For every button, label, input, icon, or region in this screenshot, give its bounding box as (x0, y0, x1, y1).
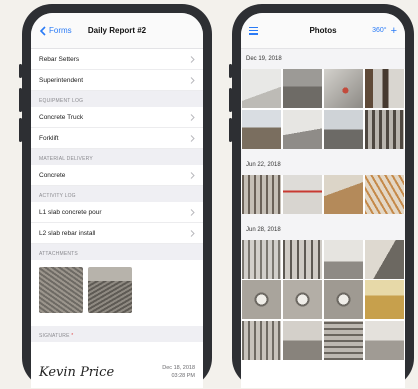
photo-thumbnail[interactable] (364, 280, 404, 319)
photo-thumbnail[interactable] (364, 69, 404, 108)
list-item-label: Superintendent (39, 76, 84, 84)
signature-time: 03:28 PM (171, 373, 195, 379)
chevron-right-icon (190, 55, 195, 63)
photo-thumbnail[interactable] (242, 109, 282, 149)
photo-thumbnail[interactable] (364, 239, 404, 279)
date-header: Dec 19, 2018 (241, 49, 405, 69)
signature-date: Dec 18, 2018 (162, 365, 195, 371)
report-nav-bar: Forms Daily Report #2 (31, 13, 203, 49)
photo-thumbnail[interactable] (242, 69, 282, 108)
section-header-equipment: EQUIPMENT LOG (31, 91, 203, 107)
section-header-activity: ACTIVITY LOG (31, 186, 203, 202)
photo-thumbnail[interactable] (282, 109, 323, 149)
section-header-signature: SIGNATURE * (31, 326, 203, 342)
attachment-thumbnail[interactable] (39, 267, 83, 313)
section-header-attachments: ATTACHMENTS (31, 244, 203, 260)
list-item-label: Forklift (39, 134, 59, 142)
photo-thumbnail[interactable] (282, 320, 323, 360)
side-button (19, 88, 22, 112)
list-item-label: L1 slab concrete pour (39, 208, 102, 216)
attachment-thumbnail[interactable] (88, 267, 132, 313)
photo-thumbnail[interactable] (364, 320, 404, 360)
chevron-right-icon (190, 171, 195, 179)
date-header: Jun 28, 2018 (241, 219, 405, 240)
view-360-button[interactable]: 360° (372, 27, 386, 34)
add-photo-button[interactable]: + (391, 25, 397, 36)
signature-area[interactable]: Kevin Price Dec 18, 2018 03:28 PM (31, 342, 203, 388)
photo-grid (241, 69, 405, 149)
photos-screen: Photos 360° + Dec 19, 2018 Jun 22, 2018 (241, 13, 405, 388)
chevron-right-icon (190, 113, 195, 121)
signature-header-label: SIGNATURE (39, 333, 70, 339)
section-header-material: MATERIAL DELIVERY (31, 149, 203, 165)
chevron-left-icon (39, 25, 46, 36)
photo-thumbnail[interactable] (364, 109, 404, 149)
photo-thumbnail[interactable] (282, 280, 323, 319)
required-mark: * (71, 333, 74, 339)
attachments-area (31, 260, 203, 326)
side-button (19, 118, 22, 142)
photo-thumbnail[interactable] (242, 280, 282, 319)
photo-thumbnail[interactable] (323, 239, 364, 279)
photo-thumbnail[interactable] (323, 69, 364, 108)
photo-thumbnail[interactable] (282, 239, 323, 279)
chevron-right-icon (190, 208, 195, 216)
signature-timestamp: Dec 18, 2018 03:28 PM (162, 364, 195, 380)
list-item-label: Concrete (39, 171, 66, 179)
back-label: Forms (49, 26, 72, 35)
side-button (19, 64, 22, 78)
list-item-l1-slab[interactable]: L1 slab concrete pour (31, 202, 203, 223)
daily-report-screen: Forms Daily Report #2 Rebar Setters Supe… (31, 13, 203, 388)
chevron-right-icon (190, 76, 195, 84)
list-item-l2-slab[interactable]: L2 slab rebar install (31, 223, 203, 244)
photo-thumbnail[interactable] (364, 174, 404, 214)
photo-grid (241, 239, 405, 360)
photo-thumbnail[interactable] (323, 280, 364, 319)
chevron-right-icon (190, 134, 195, 142)
photo-thumbnail[interactable] (323, 320, 364, 360)
list-item-concrete-truck[interactable]: Concrete Truck (31, 107, 203, 128)
list-item-label: L2 slab rebar install (39, 229, 96, 237)
photo-thumbnail[interactable] (242, 174, 282, 214)
list-item-rebar-setters[interactable]: Rebar Setters (31, 49, 203, 70)
signature-name: Kevin Price (39, 364, 115, 380)
photo-grid (241, 174, 405, 214)
photos-nav-bar: Photos 360° + (241, 13, 405, 49)
photo-thumbnail[interactable] (323, 174, 364, 214)
left-phone-frame: Forms Daily Report #2 Rebar Setters Supe… (22, 4, 212, 388)
list-item-label: Concrete Truck (39, 113, 84, 121)
photo-thumbnail[interactable] (242, 320, 282, 360)
date-header: Jun 22, 2018 (241, 154, 405, 175)
photo-thumbnail[interactable] (282, 69, 323, 108)
list-item-superintendent[interactable]: Superintendent (31, 70, 203, 91)
list-item-label: Rebar Setters (39, 55, 80, 63)
list-item-concrete[interactable]: Concrete (31, 165, 203, 186)
back-button[interactable]: Forms (39, 25, 72, 36)
photo-thumbnail[interactable] (323, 109, 364, 149)
photo-thumbnail[interactable] (282, 174, 323, 214)
photo-thumbnail[interactable] (242, 239, 282, 279)
list-item-forklift[interactable]: Forklift (31, 128, 203, 149)
chevron-right-icon (190, 229, 195, 237)
right-phone-frame: Photos 360° + Dec 19, 2018 Jun 22, 2018 (232, 4, 414, 388)
menu-icon[interactable] (249, 26, 258, 35)
photos-nav-actions: 360° + (372, 25, 397, 36)
